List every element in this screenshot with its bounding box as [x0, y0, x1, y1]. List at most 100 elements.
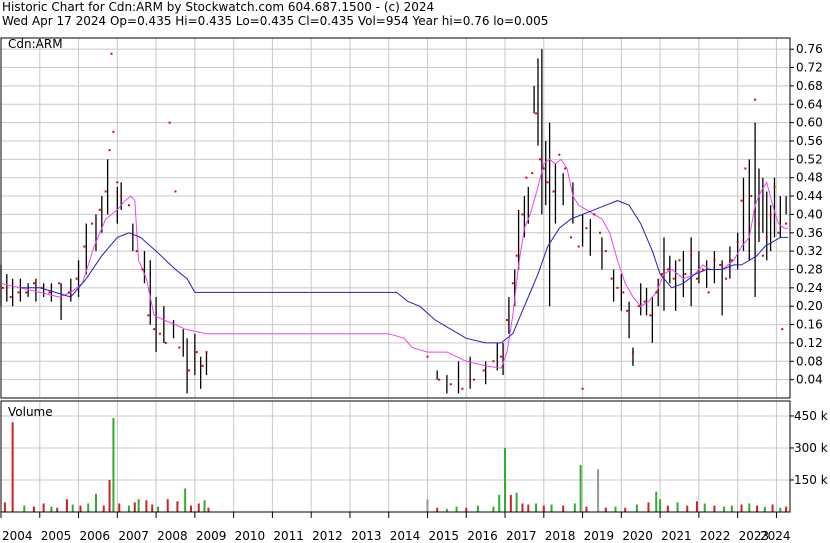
close-point: [25, 291, 28, 294]
close-point: [153, 328, 156, 331]
price-y-tick-label: 0.32: [796, 244, 823, 258]
close-point: [482, 369, 485, 372]
volume-bar: [203, 500, 206, 512]
close-point: [757, 222, 760, 225]
x-tick-label: 2010: [235, 529, 266, 543]
volume-bar: [184, 488, 187, 512]
volume-bar: [730, 505, 733, 512]
close-point: [141, 268, 144, 271]
close-point: [593, 213, 596, 216]
volume-bar: [137, 499, 140, 512]
price-y-tick-label: 0.12: [796, 336, 823, 350]
x-tick-label: 2017: [506, 529, 537, 543]
volume-bar: [771, 504, 774, 512]
volume-bar: [509, 494, 512, 512]
close-point: [672, 277, 675, 280]
close-point: [542, 167, 545, 170]
close-point: [521, 213, 524, 216]
close-point: [438, 378, 441, 381]
close-point: [626, 309, 629, 312]
x-tick-label: 2018: [545, 529, 576, 543]
volume-bar: [740, 504, 743, 512]
volume-panel: 150 k 300 k 450 k Volume: [0, 400, 828, 513]
price-y-tick-label: 0.24: [796, 281, 823, 295]
close-point: [725, 277, 728, 280]
volume-bar: [455, 506, 458, 512]
volume-bar: [676, 502, 679, 512]
close-point: [201, 364, 204, 367]
volume-bar: [535, 503, 538, 512]
volume-bar: [562, 505, 565, 512]
price-y-tick-label: 0.44: [796, 189, 823, 203]
volume-bar: [207, 507, 210, 512]
close-point: [32, 282, 35, 285]
close-point: [707, 291, 710, 294]
close-point: [174, 190, 177, 193]
volume-bar: [166, 499, 169, 512]
close-point: [546, 181, 549, 184]
volume-y-tick-label: 450 k: [794, 409, 828, 423]
close-point: [730, 259, 733, 262]
price-y-tick-label: 0.16: [796, 318, 823, 332]
close-point: [744, 167, 747, 170]
volume-bar: [492, 506, 495, 512]
price-y-tick-label: 0.04: [796, 373, 823, 387]
volume-bar: [604, 507, 607, 512]
close-point: [164, 341, 167, 344]
x-tick-label: 2021: [661, 529, 692, 543]
close-point: [135, 250, 138, 253]
volume-bar: [79, 505, 82, 512]
close-point: [178, 346, 181, 349]
close-point: [781, 328, 784, 331]
price-y-tick-label: 0.72: [796, 61, 823, 75]
volume-bar: [465, 507, 468, 512]
close-point: [40, 286, 43, 289]
close-point: [678, 259, 681, 262]
close-point: [91, 222, 94, 225]
volume-bar: [108, 479, 111, 512]
close-point: [785, 222, 788, 225]
price-y-tick-label: 0.76: [796, 42, 823, 56]
volume-bar: [176, 501, 179, 512]
volume-bar: [713, 505, 716, 512]
close-point: [195, 351, 198, 354]
x-tick-label: 2019: [584, 529, 615, 543]
close-point: [637, 305, 640, 308]
price-y-tick-label: 0.48: [796, 171, 823, 185]
volume-bar: [686, 505, 689, 512]
close-point: [205, 351, 208, 354]
close-point: [108, 149, 111, 152]
close-point: [552, 190, 555, 193]
close-point: [83, 245, 86, 248]
x-tick-label: 2006: [80, 529, 111, 543]
x-tick-label: 2014: [390, 529, 421, 543]
volume-bar: [436, 507, 439, 512]
x-tick-label: 2024: [760, 529, 791, 543]
x-tick-label: 2011: [273, 529, 304, 543]
volume-panel-frame: [0, 400, 791, 513]
price-y-tick-label: 0.52: [796, 152, 823, 166]
price-y-tick-label: 0.68: [796, 79, 823, 93]
volume-bar: [647, 502, 650, 512]
price-y-tick-label: 0.08: [796, 354, 823, 368]
x-tick-label: 2007: [118, 529, 149, 543]
volume-bar: [112, 418, 115, 512]
close-point: [188, 369, 191, 372]
close-point: [585, 227, 588, 230]
close-point: [690, 254, 693, 257]
volume-bar: [579, 465, 582, 512]
x-tick-label: 2015: [428, 529, 459, 543]
close-point: [511, 282, 514, 285]
x-tick-label: 2009: [196, 529, 227, 543]
close-point: [564, 167, 567, 170]
volume-bar: [624, 507, 627, 512]
x-tick-label: 2012: [312, 529, 343, 543]
volume-bar: [189, 505, 192, 512]
volume-bar: [145, 500, 148, 512]
close-point: [750, 195, 753, 198]
long-moving-average-line: [20, 200, 789, 344]
volume-bar: [659, 499, 662, 512]
close-point: [736, 240, 739, 243]
volume-bar: [723, 506, 726, 512]
close-point: [116, 181, 119, 184]
